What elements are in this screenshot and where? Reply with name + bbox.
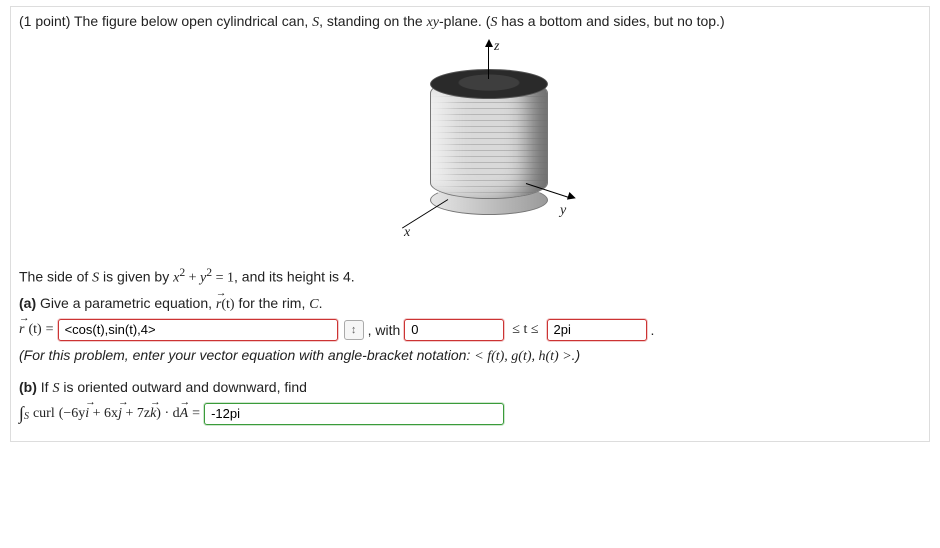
y-label: y	[560, 203, 566, 219]
hint-a: (For this problem, enter your vector equ…	[19, 347, 474, 363]
sym-r: r	[216, 297, 221, 313]
part-a-text: Give a parametric equation,	[36, 295, 216, 311]
z-axis	[488, 43, 489, 79]
flux-answer-input[interactable]	[204, 403, 504, 425]
r-eq: =	[46, 322, 54, 338]
y-arrow-icon	[567, 192, 577, 202]
cap-plus: +	[185, 271, 200, 286]
with-label: , with	[368, 322, 401, 338]
period: .	[651, 322, 655, 338]
dA: A	[180, 406, 189, 422]
caption: The side of S is given by x2 + y2 = 1, a…	[19, 266, 921, 287]
t-lower-input[interactable]	[404, 319, 504, 341]
problem-block: (1 point) The figure below open cylindri…	[10, 6, 930, 442]
hint-fgh: f(t), g(t), h(t)	[484, 349, 563, 364]
can-top	[430, 69, 548, 99]
vf-b: + 6x	[89, 406, 118, 421]
curl: curl	[33, 406, 55, 422]
z-label: z	[494, 39, 499, 55]
vf-c: + 7z	[122, 406, 150, 421]
j-hat: j	[118, 406, 122, 422]
hint-lt: <	[474, 349, 483, 364]
figure: z x y	[19, 39, 921, 252]
cap-a: The side of	[19, 269, 92, 285]
problem-header: (1 point) The figure below open cylindri…	[19, 13, 921, 31]
k-hat: k	[150, 406, 156, 422]
part-b-text2: is oriented outward and downward, find	[59, 379, 306, 395]
vf-d: ) · d	[156, 406, 179, 421]
vf-a: (−6y	[59, 406, 86, 421]
points-label: (1 point)	[19, 13, 70, 29]
sym-of-t: (t)	[221, 297, 234, 312]
eq: =	[192, 406, 200, 422]
sym-r2: r	[19, 322, 24, 338]
r-of-t-input[interactable]	[58, 319, 338, 341]
intro-text-2: , standing on the	[319, 13, 426, 29]
le-t-le: ≤ t ≤	[508, 322, 542, 338]
x-label: x	[404, 225, 410, 241]
cap-eq: = 1	[212, 271, 234, 286]
part-a-label: (a)	[19, 295, 36, 311]
part-b-text: If	[37, 379, 53, 395]
sym-C: C	[309, 297, 318, 312]
preview-icon[interactable]: ↕	[344, 320, 364, 340]
z-arrow-icon	[485, 39, 493, 47]
i-hat: i	[85, 406, 89, 422]
intro-text-4: has a bottom and sides, but no top.)	[497, 13, 724, 29]
hint-gt: >	[562, 349, 571, 364]
part-a-text2: for the rim,	[235, 295, 310, 311]
cylinder-figure: z x y	[360, 39, 580, 249]
part-b: (b) If S is oriented outward and downwar…	[19, 379, 921, 425]
part-b-label: (b)	[19, 379, 37, 395]
sym-of-t2: (t)	[28, 322, 41, 338]
intro-text: The figure below open cylindrical can,	[74, 13, 312, 29]
integral: ∫S	[19, 403, 29, 424]
cap-b: is given by	[99, 269, 173, 285]
t-upper-input[interactable]	[547, 319, 647, 341]
intro-text-3: -plane. (	[439, 13, 490, 29]
sym-xy: xy	[427, 15, 439, 30]
hint-b: .)	[572, 347, 581, 363]
part-a: (a) Give a parametric equation, r(t) for…	[19, 295, 921, 365]
part-a-hint: (For this problem, enter your vector equ…	[19, 347, 921, 365]
cap-c: , and its height is 4.	[234, 269, 355, 285]
vf: (−6yi + 6xj + 7zk) · dA	[59, 406, 188, 422]
